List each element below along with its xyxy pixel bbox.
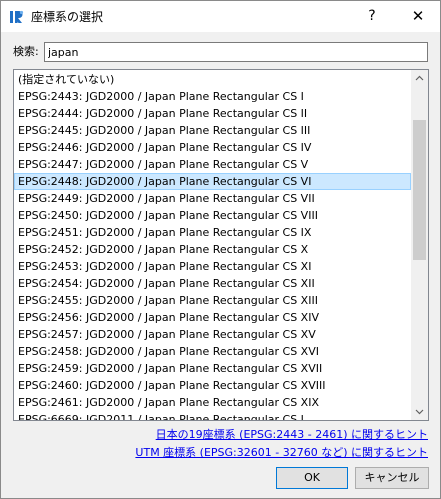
list-item[interactable]: EPSG:2456: JGD2000 / Japan Plane Rectang…: [14, 309, 411, 326]
close-button[interactable]: ✕: [396, 2, 440, 31]
scroll-up-arrow-icon[interactable]: [411, 70, 428, 87]
list-item[interactable]: EPSG:2459: JGD2000 / Japan Plane Rectang…: [14, 360, 411, 377]
ok-button[interactable]: OK: [276, 467, 348, 489]
search-label: 検索:: [13, 45, 39, 58]
list-item[interactable]: EPSG:2444: JGD2000 / Japan Plane Rectang…: [14, 105, 411, 122]
search-input[interactable]: [44, 42, 428, 62]
window-title: 座標系の選択: [31, 10, 104, 24]
help-button[interactable]: ?: [357, 2, 387, 31]
list-item[interactable]: EPSG:2451: JGD2000 / Japan Plane Rectang…: [14, 224, 411, 241]
scroll-thumb[interactable]: [413, 120, 426, 260]
list-item[interactable]: EPSG:2455: JGD2000 / Japan Plane Rectang…: [14, 292, 411, 309]
scroll-down-arrow-icon[interactable]: [411, 403, 428, 420]
list-item[interactable]: (指定されていない): [14, 71, 411, 88]
title-bar[interactable]: 座標系の選択 ? ✕: [1, 1, 440, 32]
list-item[interactable]: EPSG:2453: JGD2000 / Japan Plane Rectang…: [14, 258, 411, 275]
list-item[interactable]: EPSG:2457: JGD2000 / Japan Plane Rectang…: [14, 326, 411, 343]
list-item[interactable]: EPSG:2450: JGD2000 / Japan Plane Rectang…: [14, 207, 411, 224]
plane-rectangular-hint-link[interactable]: 日本の19座標系 (EPSG:2443 - 2461) に関するヒント: [156, 428, 428, 442]
list-item[interactable]: EPSG:2452: JGD2000 / Japan Plane Rectang…: [14, 241, 411, 258]
app-logo-icon: [10, 10, 24, 23]
list-item[interactable]: EPSG:2446: JGD2000 / Japan Plane Rectang…: [14, 139, 411, 156]
cancel-button[interactable]: キャンセル: [355, 467, 429, 489]
list-item[interactable]: EPSG:2447: JGD2000 / Japan Plane Rectang…: [14, 156, 411, 173]
list-item[interactable]: EPSG:6669: JGD2011 / Japan Plane Rectang…: [14, 411, 411, 420]
coordinate-system-dialog: 座標系の選択 ? ✕ 検索: (指定されていない)EPSG:2443: JGD2…: [0, 0, 441, 499]
utm-hint-link[interactable]: UTM 座標系 (EPSG:32601 - 32760 など) に関するヒント: [135, 446, 428, 460]
list-item[interactable]: EPSG:2458: JGD2000 / Japan Plane Rectang…: [14, 343, 411, 360]
crs-list-items: (指定されていない) EPSG:2443: JGD2000 / Japan Pla…: [14, 71, 411, 420]
list-item[interactable]: EPSG:2454: JGD2000 / Japan Plane Rectang…: [14, 275, 411, 292]
list-item[interactable]: EPSG:2443: JGD2000 / Japan Plane Rectang…: [14, 88, 411, 105]
vertical-scrollbar[interactable]: [411, 70, 428, 420]
crs-list[interactable]: (指定されていない) EPSG:2443: JGD2000 / Japan Pla…: [13, 69, 429, 421]
list-item[interactable]: EPSG:2445: JGD2000 / Japan Plane Rectang…: [14, 122, 411, 139]
list-item[interactable]: EPSG:2460: JGD2000 / Japan Plane Rectang…: [14, 377, 411, 394]
list-item[interactable]: EPSG:2449: JGD2000 / Japan Plane Rectang…: [14, 190, 411, 207]
list-item[interactable]: EPSG:2461: JGD2000 / Japan Plane Rectang…: [14, 394, 411, 411]
list-item[interactable]: EPSG:2448: JGD2000 / Japan Plane Rectang…: [14, 173, 411, 190]
